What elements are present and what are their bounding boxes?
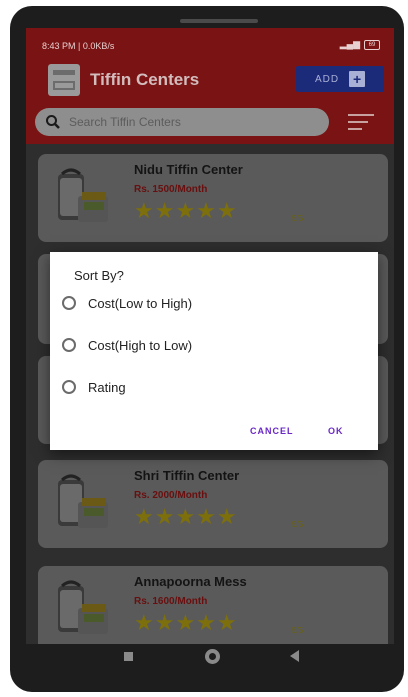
tiffin-image [58, 474, 108, 528]
tiffin-image [58, 580, 108, 634]
star-rating-icon: ★★★★★ [134, 504, 238, 529]
star-rating-icon: ★★★★★ [134, 198, 238, 223]
app-logo-icon [48, 64, 80, 96]
rating-value: 5/5 [292, 520, 304, 529]
app-header: 8:43 PM | 0.0KB/s ▂▄▆ 69 Tiffin Centers … [26, 28, 394, 144]
search-placeholder: Search Tiffin Centers [69, 115, 181, 129]
list-item[interactable]: Nidu Tiffin Center Rs. 1500/Month ★★★★★ … [38, 154, 388, 242]
option-label: Cost(Low to High) [88, 295, 193, 311]
add-button-label: ADD [314, 73, 340, 85]
rating-value: 5/5 [292, 214, 304, 223]
option-label: Rating [88, 379, 126, 395]
search-input[interactable]: Search Tiffin Centers [35, 108, 329, 136]
center-name: Shri Tiffin Center [134, 468, 240, 483]
sort-option-cost-high-low[interactable]: Cost(High to Low) [62, 334, 192, 356]
center-price: Rs. 1500/Month [134, 184, 208, 195]
center-price: Rs. 2000/Month [134, 490, 208, 501]
android-nav-bar [36, 642, 404, 678]
radio-icon[interactable] [62, 338, 76, 352]
list-item[interactable]: Annapoorna Mess Rs. 1600/Month ★★★★★ 5/5 [38, 566, 388, 644]
signal-icon: ▂▄▆ [339, 39, 360, 49]
center-name: Annapoorna Mess [134, 574, 247, 589]
home-icon[interactable] [205, 649, 220, 664]
sort-option-rating[interactable]: Rating [62, 376, 126, 398]
battery-icon: 69 [364, 39, 380, 50]
plus-icon: + [349, 71, 366, 87]
center-price: Rs. 1600/Month [134, 596, 208, 607]
add-button[interactable]: ADD + [296, 66, 384, 92]
sort-option-cost-low-high[interactable]: Cost(Low to High) [62, 292, 192, 314]
sort-icon[interactable] [348, 114, 374, 135]
rating-value: 5/5 [292, 626, 304, 635]
radio-icon[interactable] [62, 296, 76, 310]
cancel-button[interactable]: CANCEL [250, 426, 294, 436]
list-item[interactable]: Shri Tiffin Center Rs. 2000/Month ★★★★★ … [38, 460, 388, 548]
status-bar-left: 8:43 PM | 0.0KB/s [42, 41, 115, 51]
sort-dialog: Sort By? Cost(Low to High) Cost(High to … [50, 252, 378, 450]
phone-speaker [180, 19, 258, 23]
option-label: Cost(High to Low) [88, 337, 193, 353]
ok-button[interactable]: OK [328, 426, 344, 436]
search-icon [46, 115, 60, 129]
recents-icon[interactable] [124, 652, 133, 661]
radio-icon[interactable] [62, 380, 76, 394]
center-name: Nidu Tiffin Center [134, 162, 243, 177]
back-icon[interactable] [290, 650, 299, 662]
tiffin-image [58, 168, 108, 222]
app-screen: 8:43 PM | 0.0KB/s ▂▄▆ 69 Tiffin Centers … [26, 28, 394, 644]
status-bar-right: ▂▄▆ 69 [340, 39, 380, 50]
page-title: Tiffin Centers [90, 70, 200, 89]
dialog-title: Sort By? [74, 268, 124, 283]
star-rating-icon: ★★★★★ [134, 610, 238, 635]
